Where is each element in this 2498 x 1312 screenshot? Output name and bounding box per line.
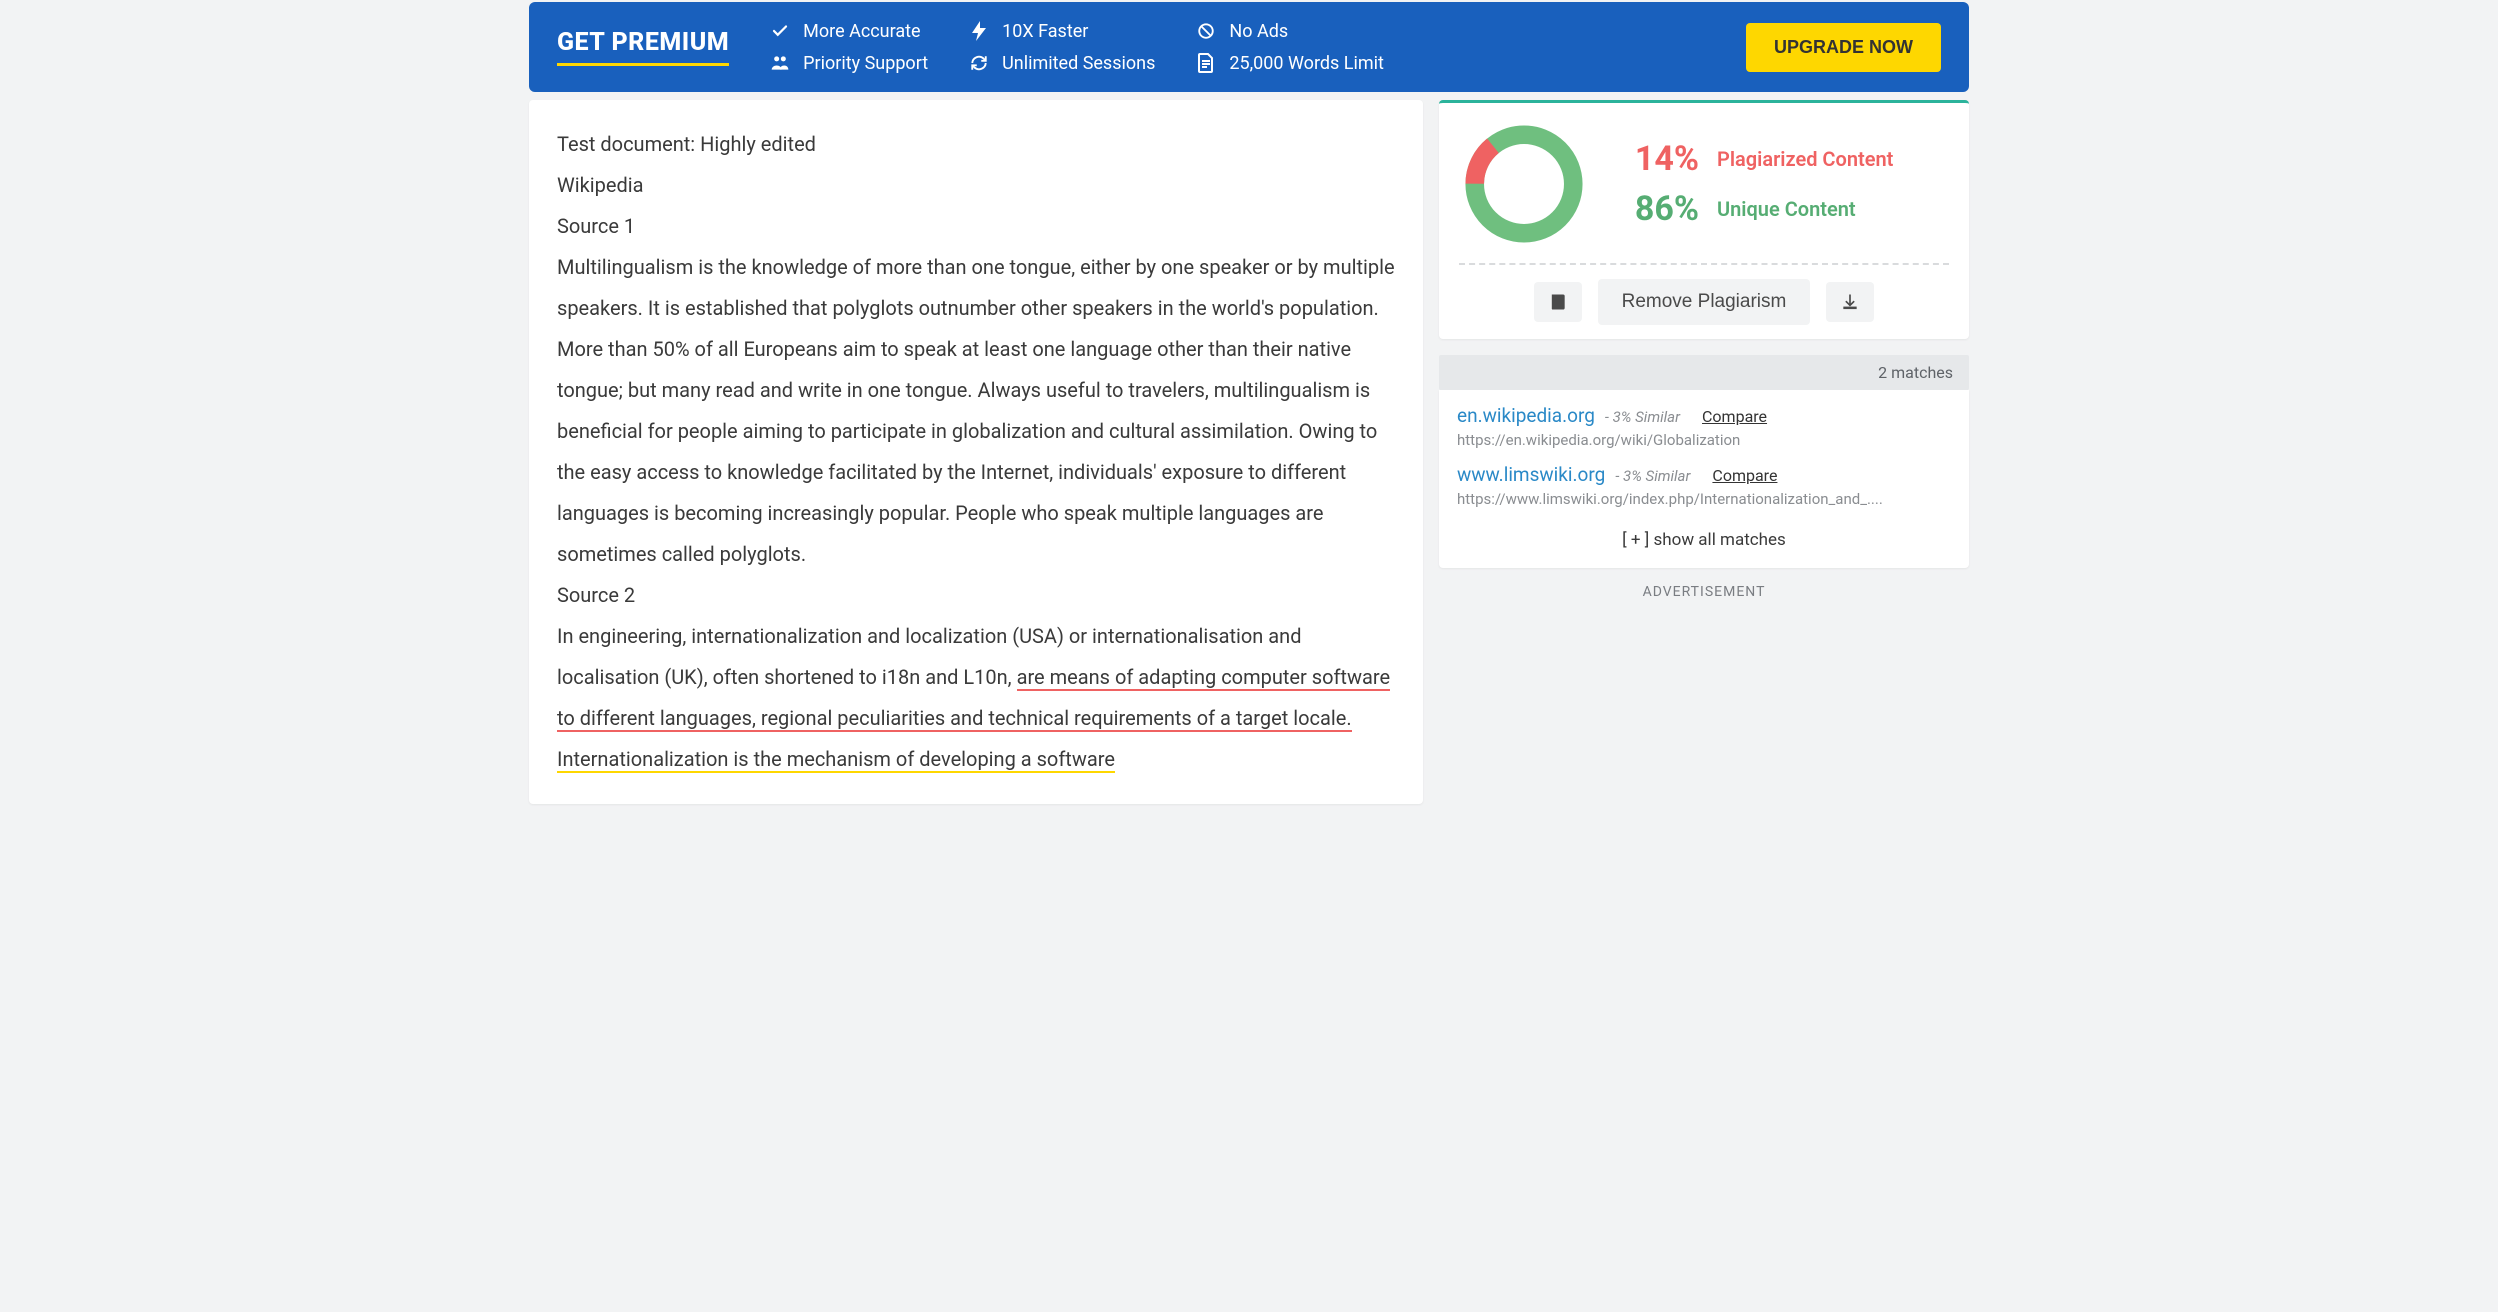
- feature-label: More Accurate: [803, 21, 920, 42]
- doc-paragraph: Multilingualism is the knowledge of more…: [557, 247, 1395, 575]
- advertisement-label: ADVERTISEMENT: [1439, 584, 1969, 600]
- doc-line: Source 1: [557, 206, 1395, 247]
- remove-plagiarism-button[interactable]: Remove Plagiarism: [1598, 279, 1811, 325]
- match-list: en.wikipedia.org - 3% Similar Compare ht…: [1439, 390, 1969, 568]
- feature-faster: 10X Faster: [968, 20, 1155, 42]
- match-similarity: - 3% Similar: [1615, 467, 1690, 485]
- plagiarized-percent: 14%: [1609, 139, 1699, 179]
- doc-paragraph: In engineering, internationalization and…: [557, 616, 1395, 780]
- match-domain-link[interactable]: en.wikipedia.org: [1457, 404, 1595, 427]
- premium-title: GET PREMIUM: [557, 28, 729, 66]
- feature-accurate: More Accurate: [769, 20, 928, 42]
- report-button[interactable]: [1534, 282, 1582, 322]
- upgrade-button[interactable]: UPGRADE NOW: [1746, 23, 1941, 72]
- doc-line: Test document: Highly edited: [557, 124, 1395, 165]
- highlighted-span: Internationalization is the mechanism of…: [557, 747, 1115, 773]
- feature-label: 10X Faster: [1002, 21, 1088, 42]
- match-similarity: - 3% Similar: [1605, 408, 1680, 426]
- feature-label: Unlimited Sessions: [1002, 53, 1155, 74]
- match-url: https://en.wikipedia.org/wiki/Globalizat…: [1457, 431, 1951, 449]
- book-icon: [1548, 292, 1568, 312]
- download-icon: [1840, 292, 1860, 312]
- check-icon: [769, 20, 791, 42]
- match-item: en.wikipedia.org - 3% Similar Compare ht…: [1457, 404, 1951, 449]
- users-icon: [769, 52, 791, 74]
- compare-link[interactable]: Compare: [1712, 466, 1777, 485]
- premium-features: More Accurate Priority Support 10X Faste…: [769, 20, 1746, 74]
- unique-label: Unique Content: [1717, 197, 1856, 221]
- unique-percent: 86%: [1609, 189, 1699, 229]
- feature-label: Priority Support: [803, 53, 928, 74]
- ban-icon: [1195, 20, 1217, 42]
- match-domain-link[interactable]: www.limswiki.org: [1457, 463, 1605, 486]
- document-panel: Test document: Highly edited Wikipedia S…: [529, 100, 1423, 804]
- matches-count: 2 matches: [1439, 355, 1969, 390]
- match-url: https://www.limswiki.org/index.php/Inter…: [1457, 490, 1951, 508]
- feature-wordlimit: 25,000 Words Limit: [1195, 52, 1384, 74]
- doc-line: Source 2: [557, 575, 1395, 616]
- doc-line: Wikipedia: [557, 165, 1395, 206]
- score-card: 14% Plagiarized Content 86% Unique Conte…: [1439, 100, 1969, 339]
- feature-label: 25,000 Words Limit: [1229, 53, 1384, 74]
- document-icon: [1195, 52, 1217, 74]
- feature-label: No Ads: [1229, 21, 1288, 42]
- plagiarized-label: Plagiarized Content: [1717, 147, 1893, 171]
- match-item: www.limswiki.org - 3% Similar Compare ht…: [1457, 463, 1951, 508]
- bolt-icon: [968, 20, 990, 42]
- refresh-icon: [968, 52, 990, 74]
- premium-banner: GET PREMIUM More Accurate Priority Suppo…: [529, 2, 1969, 92]
- feature-noads: No Ads: [1195, 20, 1384, 42]
- show-all-matches[interactable]: [ + ] show all matches: [1457, 522, 1951, 558]
- divider: [1459, 263, 1949, 265]
- results-panel: 14% Plagiarized Content 86% Unique Conte…: [1439, 100, 1969, 600]
- donut-chart: [1459, 119, 1589, 249]
- download-button[interactable]: [1826, 282, 1874, 322]
- feature-priority: Priority Support: [769, 52, 928, 74]
- feature-unlimited: Unlimited Sessions: [968, 52, 1155, 74]
- compare-link[interactable]: Compare: [1702, 407, 1767, 426]
